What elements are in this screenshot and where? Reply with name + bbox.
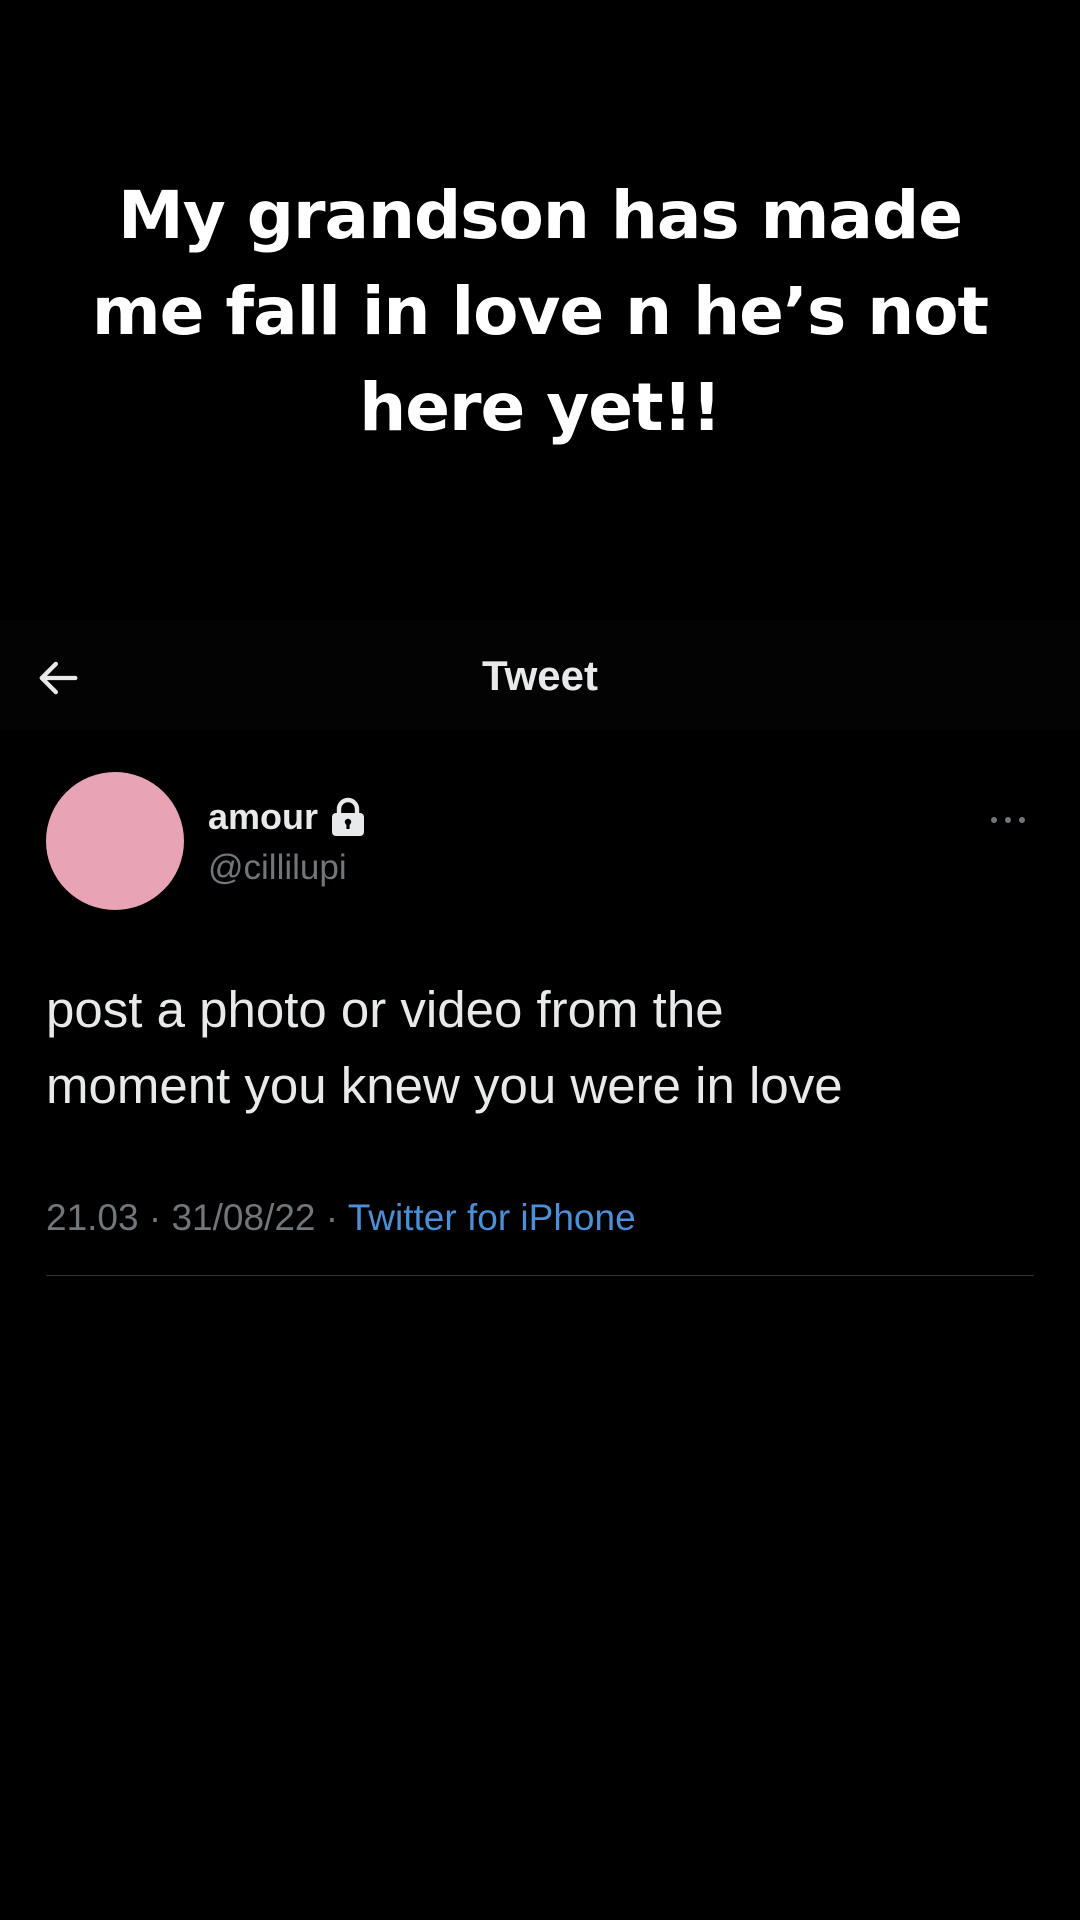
meta-separator: · <box>138 1197 172 1238</box>
tweet-meta: 21.03 · 31/08/22 · Twitter for iPhone <box>46 1192 636 1244</box>
more-options-button[interactable] <box>986 800 1030 840</box>
display-name[interactable]: amour <box>208 796 318 838</box>
caption-line-1: My grandson has made <box>118 177 963 254</box>
tweet-date[interactable]: 31/08/22 <box>171 1197 315 1238</box>
display-name-row: amour <box>208 792 366 842</box>
page-title: Tweet <box>482 652 598 699</box>
meta-separator: · <box>315 1197 348 1238</box>
caption-line-2: me fall in love n he’s not <box>91 273 989 350</box>
more-horizontal-icon <box>991 817 1025 823</box>
tweet-time[interactable]: 21.03 <box>46 1197 139 1238</box>
tweet-author: amour @cillilupi <box>208 792 366 894</box>
user-handle[interactable]: @cillilupi <box>208 842 366 894</box>
caption-overlay: My grandson has made me fall in love n h… <box>80 168 1000 456</box>
avatar[interactable] <box>46 772 184 910</box>
tweet-text-line-1: post a photo or video from the <box>46 981 724 1038</box>
tweet-source-link[interactable]: Twitter for iPhone <box>348 1197 636 1238</box>
divider <box>46 1275 1034 1276</box>
lock-icon <box>332 797 365 836</box>
caption-line-3: here yet!! <box>359 369 722 446</box>
tweet-text-line-2: moment you knew you were in love <box>46 1057 843 1114</box>
top-nav-bar: Tweet <box>0 620 1080 730</box>
tweet-text: post a photo or video from the moment yo… <box>46 972 1036 1124</box>
